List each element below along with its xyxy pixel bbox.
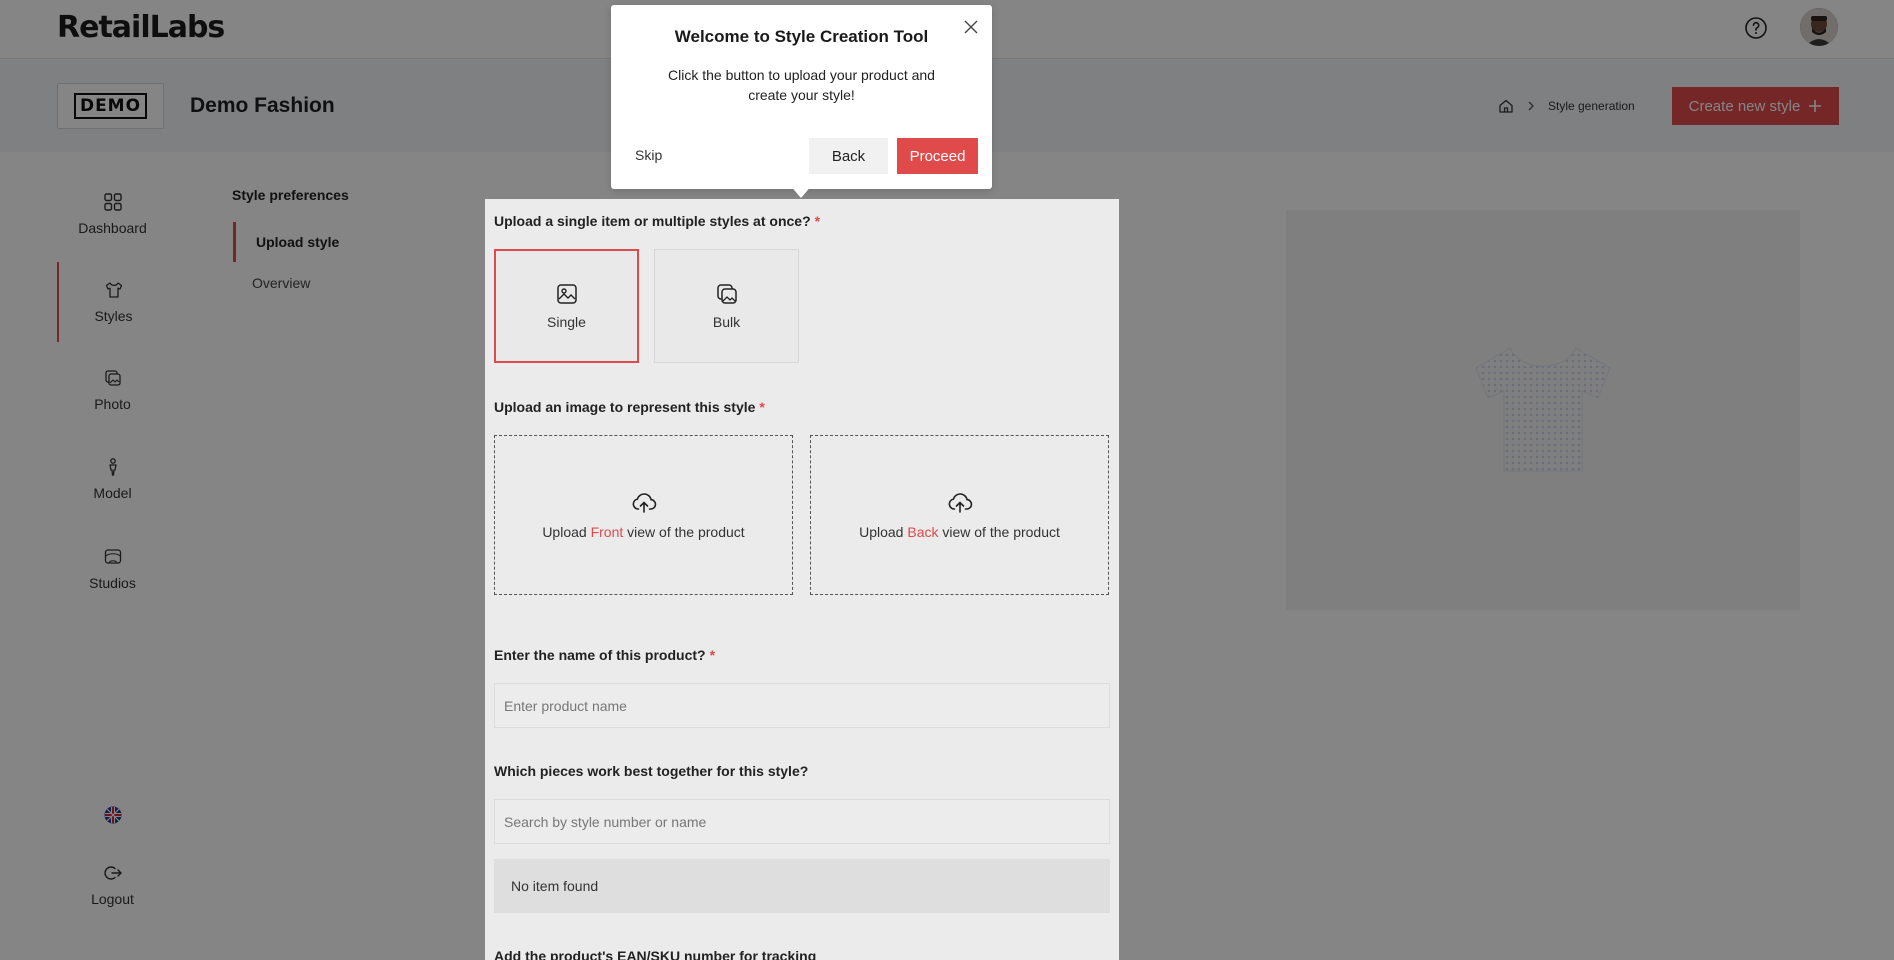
popover-arrow — [789, 184, 813, 198]
upload-suffix: view of the product — [942, 524, 1060, 540]
upload-back-dropzone[interactable]: Upload Back view of the product — [810, 435, 1109, 595]
question-text: Upload an image to represent this style — [494, 399, 756, 415]
upload-front-text: Upload Front view of the product — [542, 524, 744, 540]
upload-suffix: view of the product — [627, 524, 745, 540]
back-button[interactable]: Back — [809, 138, 888, 174]
pieces-question: Which pieces work best together for this… — [494, 763, 809, 779]
welcome-tour-popover: Welcome to Style Creation Tool Click the… — [611, 5, 992, 189]
required-marker: * — [759, 399, 765, 415]
name-question: Enter the name of this product? * — [494, 647, 715, 663]
option-bulk[interactable]: Bulk — [654, 249, 799, 363]
upload-highlight: Front — [590, 524, 624, 540]
upload-prefix: Upload — [542, 524, 587, 540]
upload-front-dropzone[interactable]: Upload Front view of the product — [494, 435, 793, 595]
proceed-button[interactable]: Proceed — [897, 138, 978, 174]
popover-body: Click the button to upload your product … — [668, 67, 935, 103]
upload-prefix: Upload — [859, 524, 904, 540]
ean-question: Add the product's EAN/SKU number for tra… — [494, 948, 817, 960]
cloud-upload-icon — [948, 493, 972, 513]
upload-highlight: Back — [907, 524, 939, 540]
skip-button[interactable]: Skip — [635, 147, 662, 163]
required-marker: * — [814, 213, 821, 229]
upload-back-text: Upload Back view of the product — [859, 524, 1060, 540]
images-stack-icon — [716, 284, 737, 304]
product-name-input[interactable] — [494, 683, 1110, 728]
cloud-upload-icon — [632, 493, 656, 513]
image-icon — [556, 284, 577, 304]
option-single[interactable]: Single — [494, 249, 639, 363]
upload-type-question: Upload a single item or multiple styles … — [494, 213, 820, 229]
question-text: Enter the name of this product? — [494, 647, 706, 663]
no-item-message: No item found — [494, 859, 1110, 913]
option-bulk-label: Bulk — [712, 314, 741, 330]
question-text: Upload a single item or multiple styles … — [494, 213, 811, 229]
option-single-label: Single — [547, 314, 586, 330]
image-question: Upload an image to represent this style * — [494, 399, 765, 415]
pieces-search-input[interactable] — [494, 799, 1110, 844]
popover-title: Welcome to Style Creation Tool — [674, 27, 929, 46]
required-marker: * — [709, 647, 716, 663]
close-icon[interactable] — [962, 18, 980, 36]
